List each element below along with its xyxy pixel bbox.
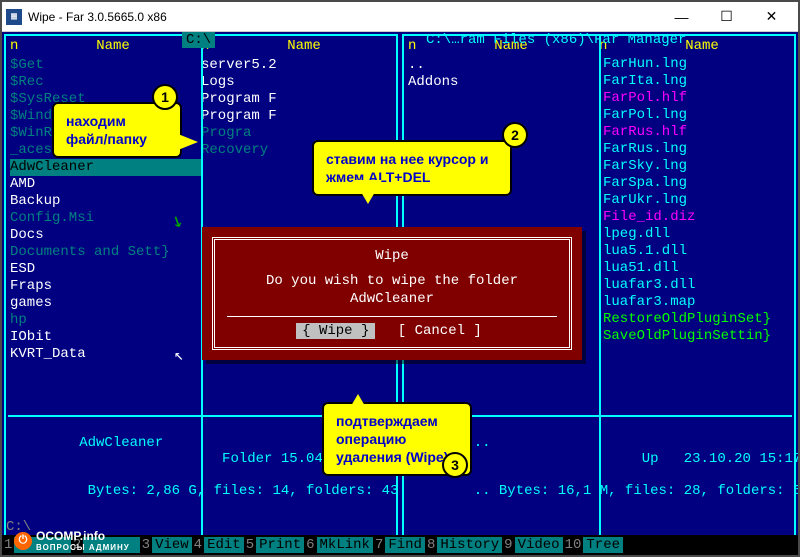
file-row[interactable]: lpeg.dll <box>603 226 790 243</box>
wipe-dialog: Wipe Do you wish to wipe the folder AdwC… <box>202 227 582 360</box>
col-name: Name <box>216 38 392 54</box>
watermark-icon: ⏻ <box>14 532 32 550</box>
file-row[interactable]: Backup <box>10 193 201 210</box>
file-row[interactable]: FarRus.hlf <box>603 124 790 141</box>
window-title: Wipe - Far 3.0.5665.0 x86 <box>28 10 659 24</box>
keybar-item[interactable]: 7Find <box>373 535 425 555</box>
file-row[interactable] <box>603 345 790 362</box>
file-row[interactable]: KVRT_Data <box>10 346 201 363</box>
wipe-button[interactable]: { Wipe } <box>296 323 375 339</box>
file-row[interactable]: FarPol.lng <box>603 107 790 124</box>
file-row[interactable]: RestoreOldPluginSet} <box>603 311 790 328</box>
file-row[interactable]: $Get <box>10 57 201 74</box>
callout-1: находим файл/папку <box>52 102 182 158</box>
status-left-bytes: Bytes: 2,86 G, files: 14, folders: 43 <box>79 483 398 499</box>
keybar-item[interactable]: 8History <box>425 535 502 555</box>
left-path[interactable]: C:\ <box>182 32 215 48</box>
keybar-item[interactable]: 9Video <box>502 535 562 555</box>
file-row[interactable]: ESD <box>10 261 201 278</box>
titlebar: ▦ Wipe - Far 3.0.5665.0 x86 — ☐ ✕ <box>2 2 798 32</box>
right-path[interactable]: C:\…ram Files (x86)\Far Manager <box>422 32 690 48</box>
file-row[interactable]: FarSky.lng <box>603 158 790 175</box>
file-row[interactable]: File_id.diz <box>603 209 790 226</box>
close-button[interactable]: ✕ <box>749 3 794 31</box>
status-left-file: AdwCleaner <box>79 435 163 451</box>
file-row[interactable]: FarSpa.lng <box>603 175 790 192</box>
app-icon: ▦ <box>6 9 22 25</box>
file-row[interactable]: Documents and Sett} <box>10 244 201 261</box>
file-row[interactable]: IObit <box>10 329 201 346</box>
status-right-file: .. <box>474 435 491 451</box>
col-n: n <box>10 38 25 54</box>
watermark: ⏻ OCOMP.info ВОПРОСЫ АДМИНУ <box>14 529 130 552</box>
dialog-title: Wipe <box>371 248 413 264</box>
badge-3: 3 <box>442 452 468 478</box>
keybar-item[interactable]: 5Print <box>244 535 304 555</box>
file-row[interactable]: Program F <box>201 91 392 108</box>
file-row[interactable]: server5.2 <box>201 57 392 74</box>
file-row[interactable]: lua5.1.dll <box>603 243 790 260</box>
badge-2: 2 <box>502 122 528 148</box>
file-row[interactable]: AdwCleaner <box>10 159 201 176</box>
status-right-info: Up 23.10.20 15:17 <box>642 451 800 467</box>
cancel-button[interactable]: [ Cancel ] <box>392 323 488 339</box>
keybar-item[interactable]: 6MkLink <box>304 535 373 555</box>
content-area: C:\ C:\…ram Files (x86)\Far Manager n Na… <box>2 32 798 555</box>
watermark-text: OCOMP.info <box>36 529 105 543</box>
file-row[interactable]: FarIta.lng <box>603 73 790 90</box>
file-row[interactable]: Logs <box>201 74 392 91</box>
watermark-sub: ВОПРОСЫ АДМИНУ <box>36 543 130 552</box>
dialog-text-1: Do you wish to wipe the folder <box>266 273 518 289</box>
keybar-item[interactable]: 3View <box>140 535 192 555</box>
minimize-button[interactable]: — <box>659 3 704 31</box>
file-row[interactable]: AMD <box>10 176 201 193</box>
file-row[interactable]: lua51.dll <box>603 260 790 277</box>
maximize-button[interactable]: ☐ <box>704 3 749 31</box>
file-row[interactable]: Fraps <box>10 278 201 295</box>
app-window: ▦ Wipe - Far 3.0.5665.0 x86 — ☐ ✕ C:\ C:… <box>0 0 800 557</box>
file-row[interactable]: SaveOldPluginSettin} <box>603 328 790 345</box>
col-name: Name <box>25 38 201 54</box>
status-right-bytes: .. Bytes: 16,1 M, files: 28, folders: 6 <box>474 483 800 499</box>
file-row[interactable]: FarHun.lng <box>603 56 790 73</box>
file-row[interactable]: FarPol.hlf <box>603 90 790 107</box>
file-row[interactable]: Program F <box>201 108 392 125</box>
dialog-text-2: AdwCleaner <box>350 291 434 307</box>
callout-2: ставим на нее курсор и жмем ALT+DEL <box>312 140 512 196</box>
file-row[interactable]: games <box>10 295 201 312</box>
col-n: n <box>408 38 423 54</box>
file-row[interactable]: hp <box>10 312 201 329</box>
cursor-icon: ↖ <box>174 345 184 365</box>
file-row[interactable]: luafar3.map <box>603 294 790 311</box>
badge-1: 1 <box>152 84 178 110</box>
file-row[interactable]: FarRus.lng <box>603 141 790 158</box>
keybar-item[interactable]: 4Edit <box>192 535 244 555</box>
keybar-item[interactable]: 10Tree <box>563 535 623 555</box>
file-row[interactable]: FarUkr.lng <box>603 192 790 209</box>
file-row[interactable]: luafar3.dll <box>603 277 790 294</box>
right-file-list-col2[interactable]: FarHun.lngFarIta.lngFarPol.hlfFarPol.lng… <box>599 56 794 362</box>
